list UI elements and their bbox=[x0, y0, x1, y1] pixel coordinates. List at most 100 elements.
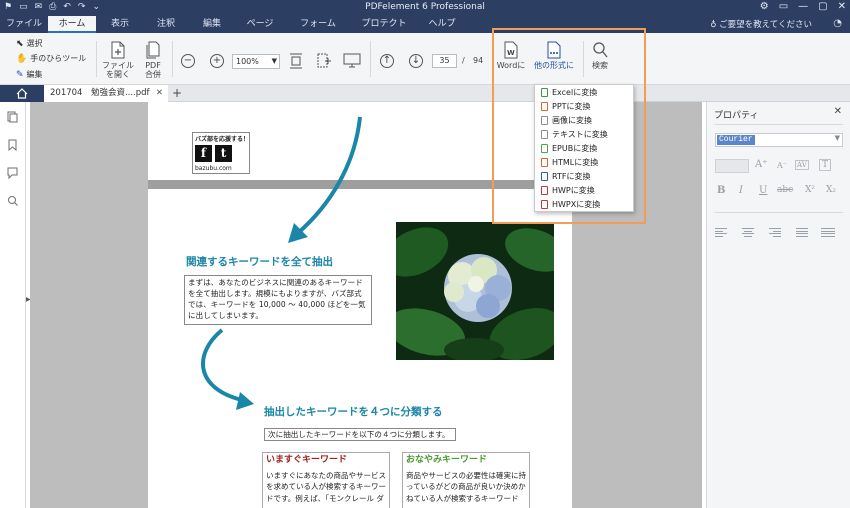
home-icon bbox=[16, 88, 28, 99]
tab-page[interactable]: ページ bbox=[238, 16, 282, 33]
curved-arrow-icon bbox=[201, 328, 254, 410]
ribbon: ⬉ 選択 ✋ 手のひらツール ✎ 編集 ファイル を開く PDF 合併 − + … bbox=[0, 33, 850, 85]
page-total: 94 bbox=[473, 56, 484, 65]
tab-file[interactable]: ファイル bbox=[2, 16, 46, 33]
tab-help[interactable]: ヘルプ bbox=[422, 16, 462, 33]
select-mode[interactable]: ⬉ 選択 bbox=[16, 38, 43, 49]
menu-item-ppt[interactable]: PPTに変換 bbox=[541, 100, 591, 113]
previous-page-icon[interactable]: ↑ bbox=[380, 54, 394, 68]
minimize-button[interactable]: — bbox=[798, 1, 808, 12]
add-tab-button[interactable]: + bbox=[172, 85, 182, 101]
feedback-link[interactable]: ♁ ご要望を教えてください bbox=[710, 18, 812, 30]
category-title: おなやみキーワード bbox=[406, 455, 488, 465]
hand-tool-mode[interactable]: ✋ 手のひらツール bbox=[16, 53, 86, 64]
ribbon-divider bbox=[370, 41, 371, 77]
font-size-select[interactable] bbox=[715, 159, 749, 173]
menu-item-label: HTMLに変換 bbox=[552, 158, 599, 167]
ribbon-divider bbox=[172, 41, 173, 77]
decrease-font-icon[interactable]: A⁻ bbox=[777, 161, 787, 170]
hwpx-file-icon bbox=[541, 200, 548, 209]
keyword-category-box: おなやみキーワード 商品やサービスの必要性は確実に持っているがどの商品が良いか決… bbox=[402, 452, 530, 508]
menu-item-text[interactable]: テキストに変換 bbox=[541, 128, 608, 141]
strikethrough-icon[interactable]: abc bbox=[777, 185, 793, 195]
zoom-in-icon[interactable]: + bbox=[210, 54, 224, 68]
pdf-merge-button[interactable]: PDF 合併 bbox=[138, 41, 168, 79]
align-justify-icon[interactable] bbox=[796, 228, 808, 237]
bookmark-icon[interactable] bbox=[7, 139, 18, 151]
menu-item-hwp[interactable]: HWPに変換 bbox=[541, 184, 595, 197]
menu-item-image[interactable]: 画像に変換 bbox=[541, 114, 592, 127]
hwp-file-icon bbox=[541, 186, 548, 195]
menu-item-hwpx[interactable]: HWPXに変換 bbox=[541, 198, 600, 211]
italic-icon[interactable]: I bbox=[739, 185, 743, 196]
open-file-icon bbox=[111, 41, 125, 59]
zoom-select[interactable]: 100% ▼ bbox=[232, 54, 280, 69]
bold-icon[interactable]: B bbox=[717, 185, 725, 196]
twitter-icon[interactable]: t bbox=[215, 145, 232, 162]
menu-item-rtf[interactable]: RTFに変換 bbox=[541, 170, 590, 183]
convert-to-word-button[interactable]: W Wordに bbox=[496, 41, 526, 70]
document-tab[interactable]: 201704 勉強会資....pdf ✕ bbox=[44, 85, 168, 102]
comment-icon[interactable] bbox=[7, 167, 18, 179]
open-file-label-1: ファイル bbox=[102, 61, 134, 70]
thumbnails-icon[interactable] bbox=[7, 111, 18, 123]
menu-item-label: EPUBに変換 bbox=[552, 144, 598, 153]
fit-width-icon[interactable] bbox=[289, 52, 303, 70]
document-tab-label: 201704 勉強会資....pdf bbox=[50, 88, 150, 98]
convert-to-other-button[interactable]: 他の形式に bbox=[532, 41, 576, 70]
menu-item-excel[interactable]: Excelに変換 bbox=[541, 86, 597, 99]
open-file-button[interactable]: ファイル を開く bbox=[102, 41, 134, 79]
image-file-icon bbox=[541, 116, 548, 125]
next-page-icon[interactable]: ↓ bbox=[409, 54, 423, 68]
home-tab[interactable] bbox=[0, 85, 44, 102]
page-number-input[interactable]: 35 bbox=[432, 54, 457, 68]
title-bar: ⚑ ▭ ✉ ⎙ ↶ ↷ ⌄ PDFelement 6 Professional … bbox=[0, 0, 850, 16]
close-tab-icon[interactable]: ✕ bbox=[156, 85, 163, 102]
maximize-button[interactable]: ▢ bbox=[818, 1, 827, 12]
menu-item-html[interactable]: HTMLに変換 bbox=[541, 156, 598, 169]
svg-text:W: W bbox=[507, 49, 515, 57]
tab-comment[interactable]: 注釈 bbox=[146, 16, 186, 33]
menu-item-label: RTFに変換 bbox=[552, 172, 591, 181]
edit-mode[interactable]: ✎ 編集 bbox=[16, 69, 43, 80]
subscript-icon[interactable]: X₂ bbox=[826, 185, 836, 195]
select-mode-label: 選択 bbox=[26, 39, 43, 48]
font-family-value: Courier bbox=[717, 135, 755, 145]
tab-edit[interactable]: 編集 bbox=[192, 16, 232, 33]
align-right-icon[interactable] bbox=[769, 228, 781, 237]
pdf-merge-label-2: 合併 bbox=[145, 70, 161, 79]
close-button[interactable]: ✕ bbox=[838, 1, 846, 12]
tab-home[interactable]: ホーム bbox=[48, 16, 96, 33]
increase-font-icon[interactable]: A⁺ bbox=[755, 159, 768, 170]
tab-view[interactable]: 表示 bbox=[100, 16, 140, 33]
menu-item-label: HWPに変換 bbox=[552, 186, 595, 195]
tab-form[interactable]: フォーム bbox=[292, 16, 344, 33]
search-icon bbox=[593, 42, 608, 58]
section-heading: 抽出したキーワードを４つに分類する bbox=[264, 406, 443, 418]
underline-icon[interactable]: U bbox=[759, 185, 767, 196]
align-left-icon[interactable] bbox=[715, 228, 727, 237]
font-family-select[interactable]: Courier ▼ bbox=[715, 133, 843, 147]
tab-protect[interactable]: プロテクト bbox=[354, 16, 414, 33]
slideshow-icon[interactable] bbox=[343, 53, 361, 68]
superscript-icon[interactable]: X² bbox=[805, 185, 815, 195]
character-spacing-icon[interactable]: AV bbox=[795, 160, 809, 170]
settings-icon[interactable]: ⚙ bbox=[760, 1, 769, 12]
restore-layout-icon[interactable]: ▭ bbox=[779, 1, 788, 12]
share-box-title: バズ部を応援する！ bbox=[195, 136, 250, 143]
menu-item-epub[interactable]: EPUBに変換 bbox=[541, 142, 597, 155]
edit-mode-label: 編集 bbox=[26, 70, 43, 79]
text-style-icon[interactable]: T bbox=[819, 159, 832, 171]
user-icon[interactable]: ◔ bbox=[833, 18, 842, 29]
properties-panel: プロパティ ✕ Courier ▼ A⁺ A⁻ AV T B I U abc X… bbox=[706, 102, 850, 508]
extract-page-icon[interactable] bbox=[316, 52, 332, 70]
close-panel-icon[interactable]: ✕ bbox=[834, 106, 842, 117]
zoom-out-icon[interactable]: − bbox=[181, 54, 195, 68]
section-heading: 関連するキーワードを全て抽出 bbox=[186, 256, 333, 268]
align-center-icon[interactable] bbox=[742, 228, 754, 237]
line-spacing-icon[interactable] bbox=[821, 228, 839, 237]
facebook-icon[interactable]: f bbox=[195, 145, 212, 162]
search-panel-icon[interactable] bbox=[7, 195, 18, 207]
ribbon-divider bbox=[492, 41, 493, 77]
search-button[interactable]: 検索 bbox=[588, 41, 612, 70]
